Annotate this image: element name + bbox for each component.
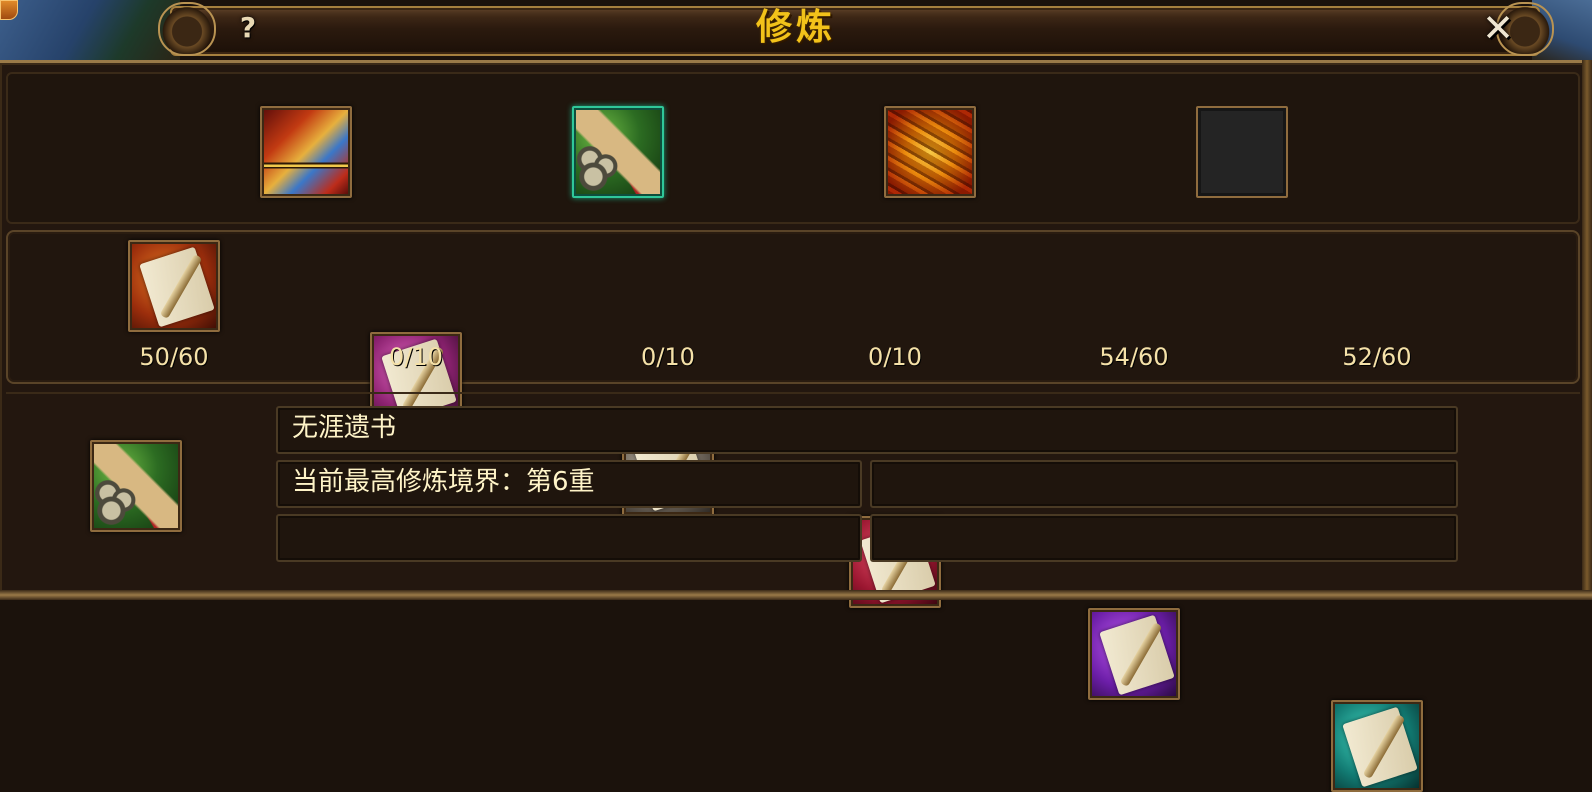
scroll-gray-count: 0/10 [641,343,695,371]
close-icon[interactable]: ✕ [1476,8,1520,48]
technique-slot-gold-scroll[interactable] [884,106,976,198]
technique-name-field: 无涯遗书 [276,406,1458,454]
panel-right-edge [1582,60,1592,600]
selected-technique-icon [90,440,182,532]
panel-bottom-border [0,590,1592,600]
scroll-orange-slot[interactable] [128,240,220,332]
scroll-purple-slot[interactable] [1088,608,1180,700]
realm-level-field: 当前最高修炼境界：第6重 [276,460,862,508]
scroll-teal-count: 52/60 [1342,343,1412,371]
scroll-purple-count: 54/60 [1099,343,1169,371]
technique-slot-green-scroll[interactable] [572,106,664,198]
scroll-orange-count: 50/60 [139,343,209,371]
technique-slot-golden-book[interactable] [260,106,352,198]
scroll-red-count: 0/10 [868,343,922,371]
info-field-row2-right [870,460,1458,508]
technique-slot-row [6,72,1580,224]
scroll-teal-slot[interactable] [1331,700,1423,792]
info-field-row3-right [870,514,1458,562]
window-title: 修炼 [755,7,836,48]
technique-slot-empty[interactable] [1196,106,1288,198]
scroll-pink-count: 0/10 [389,343,443,371]
info-field-row3-left [276,514,862,562]
